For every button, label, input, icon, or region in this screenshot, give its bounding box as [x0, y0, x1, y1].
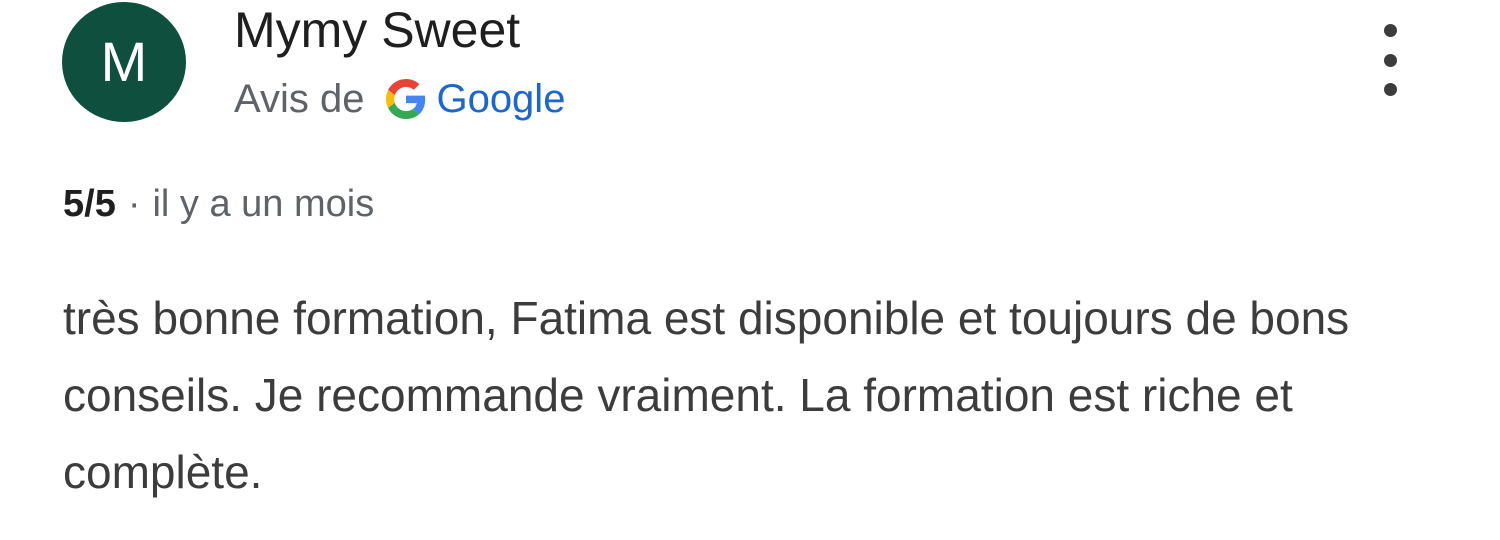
review-date: il y a un mois: [152, 182, 375, 225]
author-name[interactable]: Mymy Sweet: [234, 0, 520, 60]
review-source: Avis de Google: [234, 70, 565, 128]
review-card: M Mymy Sweet Avis de Google 5/5 · il y a…: [0, 0, 1500, 540]
more-vert-icon-dot: [1383, 53, 1397, 67]
rating-score: 5/5: [63, 182, 116, 225]
more-vert-icon-dot: [1383, 83, 1397, 96]
google-g-icon: [386, 79, 426, 119]
google-brand-label: Google: [436, 76, 566, 121]
review-text: très bonne formation, Fatima est disponi…: [63, 292, 1350, 498]
review-meta: 5/5 · il y a un mois: [63, 178, 374, 230]
source-prefix: Avis de: [234, 76, 365, 121]
more-options-button[interactable]: [1370, 24, 1410, 96]
more-vert-icon-dot: [1383, 24, 1397, 37]
meta-separator: ·: [127, 182, 141, 225]
avatar[interactable]: M: [62, 2, 186, 122]
